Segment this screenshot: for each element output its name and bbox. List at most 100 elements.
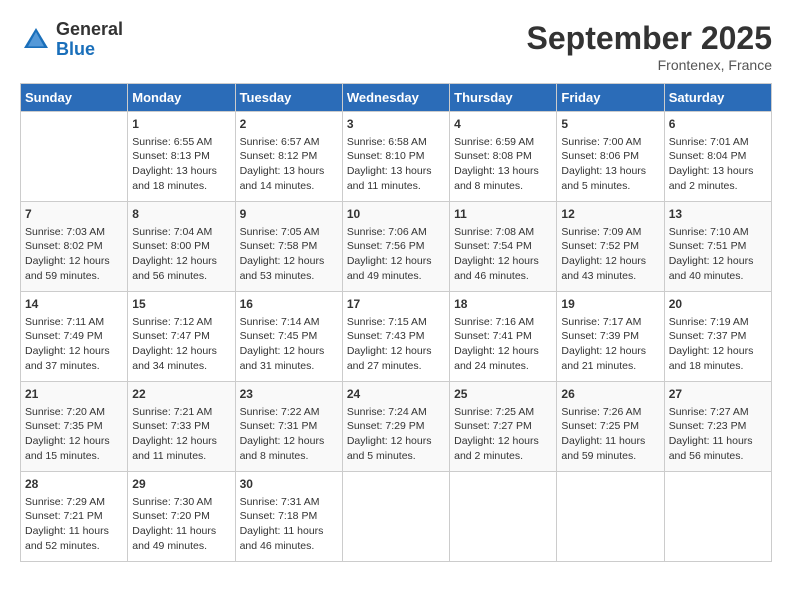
calendar-day-cell	[342, 472, 449, 562]
calendar-day-cell: 17 Sunrise: 7:15 AM Sunset: 7:43 PM Dayli…	[342, 292, 449, 382]
day-info: Sunrise: 7:30 AM Sunset: 7:20 PM Dayligh…	[132, 495, 230, 554]
calendar-day-cell: 28 Sunrise: 7:29 AM Sunset: 7:21 PM Dayli…	[21, 472, 128, 562]
weekday-header-cell: Wednesday	[342, 84, 449, 112]
calendar-day-cell: 7 Sunrise: 7:03 AM Sunset: 8:02 PM Daylig…	[21, 202, 128, 292]
calendar-day-cell: 12 Sunrise: 7:09 AM Sunset: 7:52 PM Dayli…	[557, 202, 664, 292]
calendar-day-cell: 26 Sunrise: 7:26 AM Sunset: 7:25 PM Dayli…	[557, 382, 664, 472]
day-info: Sunrise: 7:09 AM Sunset: 7:52 PM Dayligh…	[561, 225, 659, 284]
calendar-day-cell	[21, 112, 128, 202]
calendar-week-row: 7 Sunrise: 7:03 AM Sunset: 8:02 PM Daylig…	[21, 202, 772, 292]
day-number: 7	[25, 206, 123, 223]
calendar-day-cell: 2Sunrise: 6:57 AM Sunset: 8:12 PM Daylig…	[235, 112, 342, 202]
day-info: Sunrise: 7:14 AM Sunset: 7:45 PM Dayligh…	[240, 315, 338, 374]
month-title: September 2025	[527, 20, 772, 57]
calendar-day-cell	[557, 472, 664, 562]
calendar-day-cell: 23 Sunrise: 7:22 AM Sunset: 7:31 PM Dayli…	[235, 382, 342, 472]
day-info: Sunrise: 7:29 AM Sunset: 7:21 PM Dayligh…	[25, 495, 123, 554]
day-info: Sunrise: 7:20 AM Sunset: 7:35 PM Dayligh…	[25, 405, 123, 464]
calendar-day-cell	[450, 472, 557, 562]
calendar-day-cell: 10Sunrise: 7:06 AM Sunset: 7:56 PM Dayli…	[342, 202, 449, 292]
weekday-header-cell: Monday	[128, 84, 235, 112]
day-number: 25	[454, 386, 552, 403]
calendar-day-cell: 5Sunrise: 7:00 AM Sunset: 8:06 PM Daylig…	[557, 112, 664, 202]
location: Frontenex, France	[527, 57, 772, 73]
day-number: 29	[132, 476, 230, 493]
day-info: Sunrise: 7:31 AM Sunset: 7:18 PM Dayligh…	[240, 495, 338, 554]
day-info: Sunrise: 6:58 AM Sunset: 8:10 PM Dayligh…	[347, 135, 445, 194]
day-number: 18	[454, 296, 552, 313]
day-number: 11	[454, 206, 552, 223]
day-number: 2	[240, 116, 338, 133]
day-info: Sunrise: 7:01 AM Sunset: 8:04 PM Dayligh…	[669, 135, 767, 194]
calendar-day-cell: 25Sunrise: 7:25 AM Sunset: 7:27 PM Dayli…	[450, 382, 557, 472]
day-info: Sunrise: 7:15 AM Sunset: 7:43 PM Dayligh…	[347, 315, 445, 374]
day-number: 14	[25, 296, 123, 313]
day-number: 21	[25, 386, 123, 403]
day-info: Sunrise: 7:16 AM Sunset: 7:41 PM Dayligh…	[454, 315, 552, 374]
calendar-day-cell: 3 Sunrise: 6:58 AM Sunset: 8:10 PM Daylig…	[342, 112, 449, 202]
day-number: 15	[132, 296, 230, 313]
calendar-day-cell: 16 Sunrise: 7:14 AM Sunset: 7:45 PM Dayli…	[235, 292, 342, 382]
day-number: 26	[561, 386, 659, 403]
day-info: Sunrise: 7:22 AM Sunset: 7:31 PM Dayligh…	[240, 405, 338, 464]
weekday-header-cell: Thursday	[450, 84, 557, 112]
calendar-day-cell: 15Sunrise: 7:12 AM Sunset: 7:47 PM Dayli…	[128, 292, 235, 382]
calendar-day-cell: 11 Sunrise: 7:08 AM Sunset: 7:54 PM Dayli…	[450, 202, 557, 292]
day-info: Sunrise: 7:06 AM Sunset: 7:56 PM Dayligh…	[347, 225, 445, 284]
day-number: 16	[240, 296, 338, 313]
day-number: 3	[347, 116, 445, 133]
day-number: 17	[347, 296, 445, 313]
weekday-header-cell: Saturday	[664, 84, 771, 112]
title-block: September 2025 Frontenex, France	[527, 20, 772, 73]
calendar-day-cell: 9Sunrise: 7:05 AM Sunset: 7:58 PM Daylig…	[235, 202, 342, 292]
calendar-day-cell: 18 Sunrise: 7:16 AM Sunset: 7:41 PM Dayli…	[450, 292, 557, 382]
day-info: Sunrise: 7:10 AM Sunset: 7:51 PM Dayligh…	[669, 225, 767, 284]
calendar-week-row: 14 Sunrise: 7:11 AM Sunset: 7:49 PM Dayli…	[21, 292, 772, 382]
weekday-header-cell: Friday	[557, 84, 664, 112]
day-number: 30	[240, 476, 338, 493]
calendar-day-cell	[664, 472, 771, 562]
weekday-header-cell: Tuesday	[235, 84, 342, 112]
day-info: Sunrise: 7:24 AM Sunset: 7:29 PM Dayligh…	[347, 405, 445, 464]
day-info: Sunrise: 7:11 AM Sunset: 7:49 PM Dayligh…	[25, 315, 123, 374]
weekday-header-cell: Sunday	[21, 84, 128, 112]
weekday-header-row: SundayMondayTuesdayWednesdayThursdayFrid…	[21, 84, 772, 112]
calendar-day-cell: 8Sunrise: 7:04 AM Sunset: 8:00 PM Daylig…	[128, 202, 235, 292]
day-info: Sunrise: 7:26 AM Sunset: 7:25 PM Dayligh…	[561, 405, 659, 464]
calendar-week-row: 1Sunrise: 6:55 AM Sunset: 8:13 PM Daylig…	[21, 112, 772, 202]
day-info: Sunrise: 7:27 AM Sunset: 7:23 PM Dayligh…	[669, 405, 767, 464]
day-number: 23	[240, 386, 338, 403]
calendar-day-cell: 29 Sunrise: 7:30 AM Sunset: 7:20 PM Dayli…	[128, 472, 235, 562]
calendar-day-cell: 4 Sunrise: 6:59 AM Sunset: 8:08 PM Daylig…	[450, 112, 557, 202]
calendar-day-cell: 21 Sunrise: 7:20 AM Sunset: 7:35 PM Dayli…	[21, 382, 128, 472]
calendar-week-row: 28 Sunrise: 7:29 AM Sunset: 7:21 PM Dayli…	[21, 472, 772, 562]
day-info: Sunrise: 7:03 AM Sunset: 8:02 PM Dayligh…	[25, 225, 123, 284]
day-number: 28	[25, 476, 123, 493]
day-number: 27	[669, 386, 767, 403]
day-info: Sunrise: 7:00 AM Sunset: 8:06 PM Dayligh…	[561, 135, 659, 194]
calendar-day-cell: 20 Sunrise: 7:19 AM Sunset: 7:37 PM Dayli…	[664, 292, 771, 382]
day-number: 24	[347, 386, 445, 403]
day-number: 4	[454, 116, 552, 133]
day-number: 13	[669, 206, 767, 223]
calendar-day-cell: 13 Sunrise: 7:10 AM Sunset: 7:51 PM Dayli…	[664, 202, 771, 292]
day-info: Sunrise: 6:59 AM Sunset: 8:08 PM Dayligh…	[454, 135, 552, 194]
calendar-day-cell: 30 Sunrise: 7:31 AM Sunset: 7:18 PM Dayli…	[235, 472, 342, 562]
calendar-body: 1Sunrise: 6:55 AM Sunset: 8:13 PM Daylig…	[21, 112, 772, 562]
day-info: Sunrise: 7:08 AM Sunset: 7:54 PM Dayligh…	[454, 225, 552, 284]
day-info: Sunrise: 7:05 AM Sunset: 7:58 PM Dayligh…	[240, 225, 338, 284]
logo-text: General Blue	[56, 20, 123, 60]
logo-icon	[20, 24, 52, 56]
logo-general: General	[56, 20, 123, 40]
day-number: 20	[669, 296, 767, 313]
calendar-week-row: 21 Sunrise: 7:20 AM Sunset: 7:35 PM Dayli…	[21, 382, 772, 472]
logo: General Blue	[20, 20, 123, 60]
day-info: Sunrise: 7:19 AM Sunset: 7:37 PM Dayligh…	[669, 315, 767, 374]
day-info: Sunrise: 7:17 AM Sunset: 7:39 PM Dayligh…	[561, 315, 659, 374]
day-info: Sunrise: 7:21 AM Sunset: 7:33 PM Dayligh…	[132, 405, 230, 464]
calendar-day-cell: 6Sunrise: 7:01 AM Sunset: 8:04 PM Daylig…	[664, 112, 771, 202]
day-number: 12	[561, 206, 659, 223]
calendar-day-cell: 24 Sunrise: 7:24 AM Sunset: 7:29 PM Dayli…	[342, 382, 449, 472]
day-number: 1	[132, 116, 230, 133]
calendar-day-cell: 27 Sunrise: 7:27 AM Sunset: 7:23 PM Dayli…	[664, 382, 771, 472]
